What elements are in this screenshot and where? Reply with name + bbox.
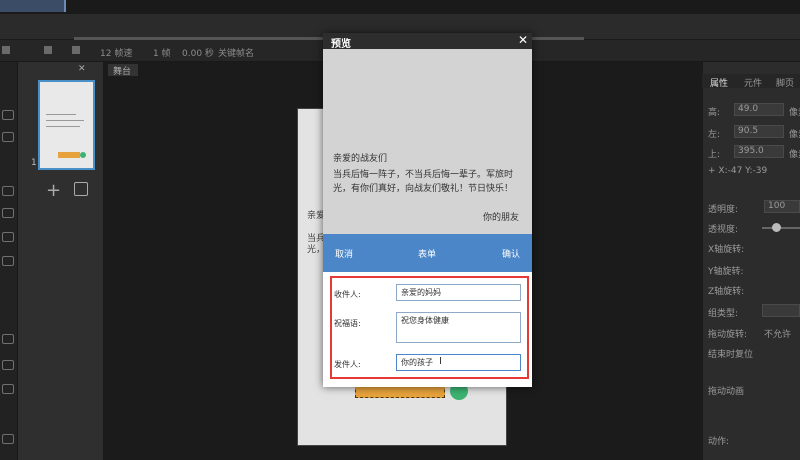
cursor-coords: + X:-47 Y:-39 xyxy=(708,166,768,176)
app-window: 12 帧速 1 帧 0.00 秒 关键帧名 ✕ 1 + 舞台 亲爱 当兵 光， xyxy=(0,0,800,460)
tab-page[interactable]: 脚页 xyxy=(776,76,794,89)
layer-icon[interactable] xyxy=(44,46,52,54)
sender-input[interactable]: 你的孩子 xyxy=(396,354,521,371)
frame-readout: 1 帧 xyxy=(153,49,171,59)
drag-rotate-label: 拖动旋转: xyxy=(708,330,748,340)
top-label: 上: xyxy=(708,150,721,160)
rotate-tool-icon[interactable] xyxy=(2,110,14,120)
heart-tool-icon[interactable] xyxy=(2,434,14,444)
tab-stage[interactable]: 舞台 xyxy=(108,64,138,77)
delete-layer-icon[interactable] xyxy=(2,46,10,54)
wish-textarea[interactable]: 祝您身体健康 xyxy=(396,312,521,343)
transparency-label: 透视度: xyxy=(708,225,739,235)
tools-sidebar xyxy=(0,62,18,460)
letter-signature: 你的朋友 xyxy=(483,213,520,223)
top-input[interactable]: 395.0 xyxy=(734,145,784,158)
timeline-header xyxy=(0,0,800,14)
group-type-label: 组类型: xyxy=(708,309,739,319)
play-icon[interactable] xyxy=(72,46,80,54)
group-type-select[interactable] xyxy=(762,304,800,317)
globe-tool-icon[interactable] xyxy=(2,208,14,218)
confirm-button[interactable]: 确认 xyxy=(502,247,520,260)
curve-tool-icon[interactable] xyxy=(2,334,14,344)
timeline-frame-selection[interactable] xyxy=(0,0,66,12)
properties-tabs: 属性 元件 脚页 xyxy=(702,74,800,89)
close-icon[interactable]: ✕ xyxy=(78,64,86,74)
transparency-slider-knob[interactable] xyxy=(772,223,781,232)
height-label: 高: xyxy=(708,108,721,118)
height-input[interactable]: 49.0 xyxy=(734,103,784,116)
rect-tool-icon[interactable] xyxy=(2,360,14,370)
add-slide-icon[interactable]: + xyxy=(46,180,61,201)
image-tool-icon[interactable] xyxy=(2,256,14,266)
y-rotate-label: Y轴旋转: xyxy=(708,267,744,277)
left-input[interactable]: 90.5 xyxy=(734,125,784,138)
transparency-slider[interactable] xyxy=(762,227,800,229)
x-rotate-label: X轴旋转: xyxy=(708,245,745,255)
slide-thumbnail[interactable] xyxy=(38,80,95,170)
properties-panel xyxy=(702,62,800,460)
import-slide-icon[interactable] xyxy=(74,182,88,196)
opacity-label: 透明度: xyxy=(708,205,739,215)
tab-components[interactable]: 元件 xyxy=(744,76,762,89)
sender-label: 发件人: xyxy=(334,360,361,369)
letter-body: 当兵后悔一阵子，不当兵后悔一辈子。军旅时光，有你们真好，向战友们敬礼！节日快乐！ xyxy=(333,170,514,194)
keyframe-name-label: 关键帧名 xyxy=(218,49,255,59)
frame-tool-icon[interactable] xyxy=(2,186,14,196)
height-unit: 像素 xyxy=(789,108,800,118)
z-rotate-label: Z轴旋转: xyxy=(708,287,745,297)
left-label: 左: xyxy=(708,130,721,140)
fps-readout: 12 帧速 xyxy=(100,49,133,59)
dialog-header xyxy=(323,33,532,49)
recipient-input[interactable]: 亲爱的妈妈 xyxy=(396,284,521,301)
recipient-label: 收件人: xyxy=(334,290,361,299)
opacity-input[interactable]: 100 xyxy=(764,200,800,213)
text-tool-icon[interactable] xyxy=(2,232,14,242)
form-title: 表单 xyxy=(418,250,437,260)
shape-tool-icon[interactable] xyxy=(2,384,14,394)
close-icon[interactable]: ✕ xyxy=(518,33,528,47)
text-cursor-icon: I xyxy=(439,356,442,367)
reset-on-end-label: 结束时复位 xyxy=(708,350,754,360)
letter-greeting: 亲爱的战友们 xyxy=(333,154,388,164)
drag-anim-label: 拖动动画 xyxy=(708,387,745,397)
time-readout: 0.00 秒 xyxy=(182,49,214,59)
wish-label: 祝福语: xyxy=(334,319,361,328)
cancel-button[interactable]: 取消 xyxy=(335,247,353,260)
left-unit: 像素 xyxy=(789,130,800,140)
dialog-title: 预览 xyxy=(331,39,351,50)
letter-preview xyxy=(323,49,532,234)
tab-properties[interactable]: 属性 xyxy=(710,76,728,89)
select-tool-icon[interactable] xyxy=(2,132,14,142)
drag-rotate-value[interactable]: 不允许 xyxy=(764,327,791,340)
slide-number: 1 xyxy=(31,158,37,168)
action-label: 动作: xyxy=(708,437,730,447)
top-unit: 像素 xyxy=(789,150,800,160)
